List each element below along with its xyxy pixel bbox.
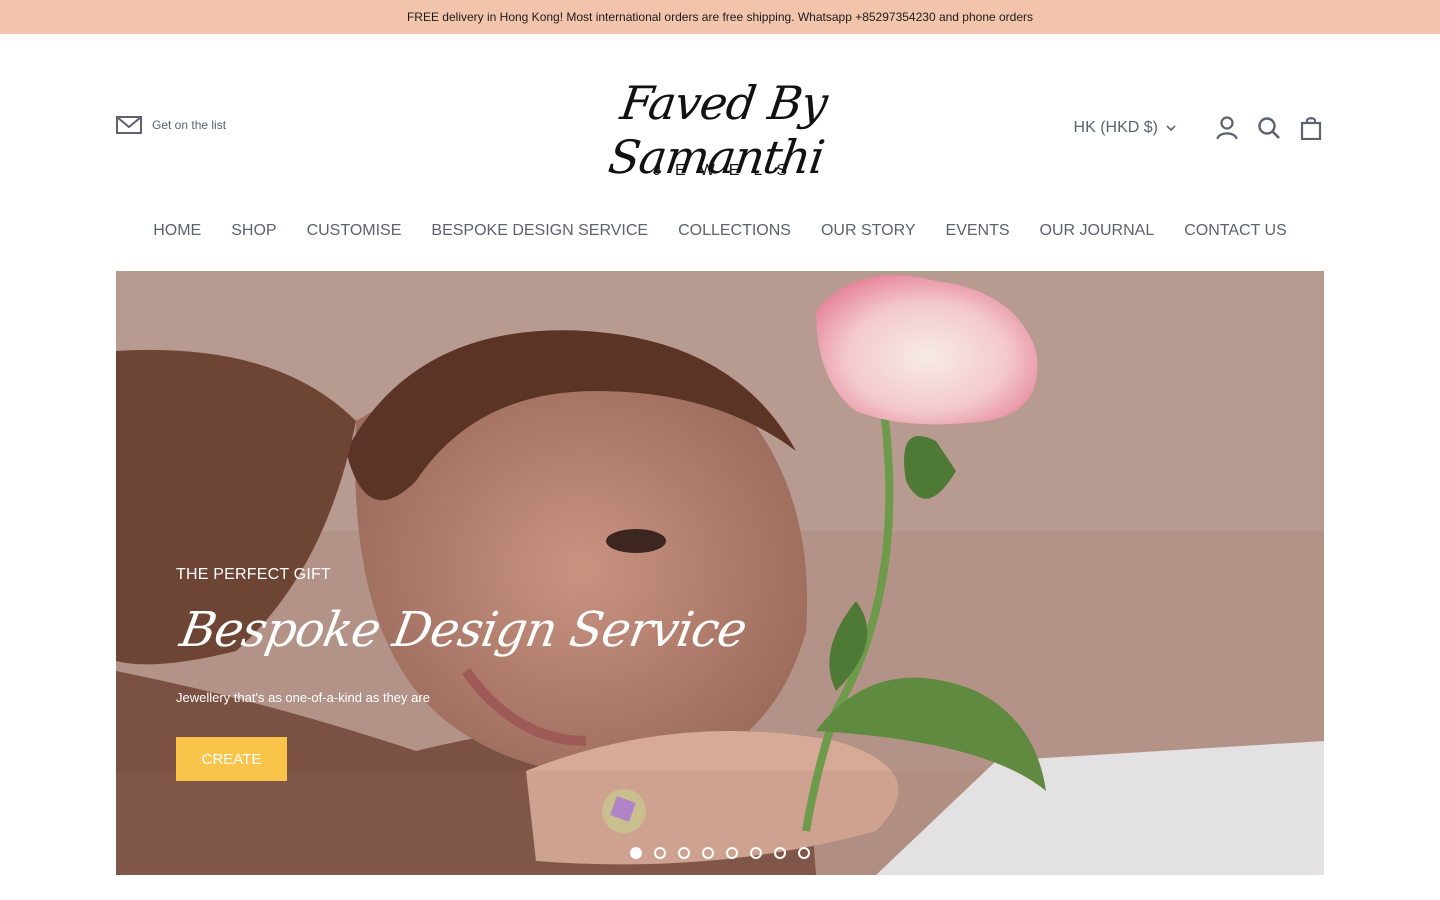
- nav-item-events[interactable]: EVENTS: [946, 222, 1010, 248]
- hero-title: Bespoke Design Service: [176, 602, 751, 658]
- nav-item-shop[interactable]: SHOP: [231, 222, 276, 248]
- currency-selector[interactable]: HK (HKD $): [1074, 119, 1176, 137]
- logo-subtitle: JEWELS: [652, 162, 801, 179]
- nav-item-our-journal[interactable]: OUR JOURNAL: [1040, 222, 1155, 248]
- bag-icon[interactable]: [1298, 114, 1324, 142]
- hero-subtitle: Jewellery that's as one-of-a-kind as the…: [176, 690, 430, 705]
- announcement-text: FREE delivery in Hong Kong! Most interna…: [406, 10, 1034, 24]
- hero-kicker: THE PERFECT GIFT: [176, 566, 331, 583]
- slide-dot-5[interactable]: [726, 847, 738, 859]
- header-tools: HK (HKD $): [1074, 114, 1324, 142]
- create-button[interactable]: CREATE: [176, 737, 287, 781]
- site-logo[interactable]: Faved By Samanthi JEWELS: [540, 72, 900, 188]
- site-header: Get on the list Faved By Samanthi JEWELS…: [0, 34, 1440, 224]
- slide-dot-1[interactable]: [630, 847, 642, 859]
- nav-item-contact-us[interactable]: CONTACT US: [1184, 222, 1287, 248]
- slide-dot-2[interactable]: [654, 847, 666, 859]
- chevron-down-icon: [1166, 119, 1176, 137]
- search-icon[interactable]: [1256, 114, 1282, 142]
- slide-dot-8[interactable]: [798, 847, 810, 859]
- newsletter-link[interactable]: Get on the list: [116, 116, 226, 134]
- slideshow-dots: [630, 847, 810, 859]
- nav-item-customise[interactable]: CUSTOMISE: [307, 222, 402, 248]
- nav-item-our-story[interactable]: OUR STORY: [821, 222, 916, 248]
- currency-label: HK (HKD $): [1073, 119, 1158, 136]
- hero-caption: THE PERFECT GIFT Bespoke Design Service …: [176, 566, 750, 781]
- slide-dot-6[interactable]: [750, 847, 762, 859]
- newsletter-label: Get on the list: [152, 118, 227, 132]
- slide-dot-7[interactable]: [774, 847, 786, 859]
- nav-item-collections[interactable]: COLLECTIONS: [678, 222, 791, 248]
- mail-icon: [116, 116, 142, 134]
- slide-dot-4[interactable]: [702, 847, 714, 859]
- nav-item-home[interactable]: HOME: [153, 222, 201, 248]
- main-navigation: HOME SHOP CUSTOMISE BESPOKE DESIGN SERVI…: [0, 222, 1440, 248]
- announcement-bar: FREE delivery in Hong Kong! Most interna…: [0, 0, 1440, 34]
- nav-item-bespoke-design-service[interactable]: BESPOKE DESIGN SERVICE: [431, 222, 648, 248]
- account-icon[interactable]: [1214, 114, 1240, 142]
- slide-dot-3[interactable]: [678, 847, 690, 859]
- hero-slideshow: THE PERFECT GIFT Bespoke Design Service …: [116, 271, 1324, 875]
